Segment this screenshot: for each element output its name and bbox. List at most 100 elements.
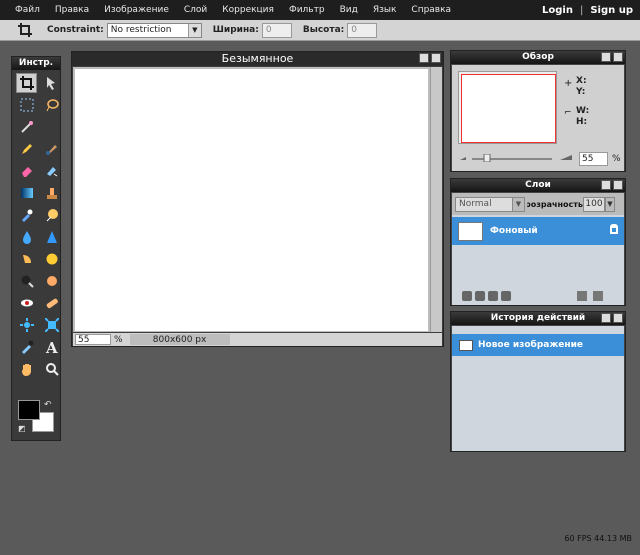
auth-links: Login | Sign up — [542, 0, 640, 20]
overview-panel: Обзор + X: Y: ⌐ W: H: 55 % — [450, 50, 626, 172]
move-tool-icon[interactable] — [41, 73, 62, 93]
pinch-icon[interactable] — [41, 315, 62, 335]
menu-bar: Файл Правка Изображение Слой Коррекция Ф… — [0, 0, 640, 20]
width-label: Ширина: — [212, 25, 259, 35]
bloat-icon[interactable] — [16, 315, 37, 335]
burn-icon[interactable] — [16, 271, 37, 291]
canvas-title: Безымянное — [72, 52, 443, 66]
canvas-window-buttons — [419, 53, 441, 63]
hand-tool-icon[interactable] — [16, 359, 37, 379]
spot-heal-icon[interactable] — [41, 293, 62, 313]
layer-row[interactable]: Фоновый — [452, 217, 624, 245]
brush-icon[interactable] — [41, 139, 62, 159]
constraint-select[interactable]: No restriction ▼ — [106, 22, 202, 38]
crop-icon — [14, 21, 36, 39]
layers-panel: Слои Normal ▼ Непрозрачность: 100 ▼ Фоно… — [450, 178, 626, 306]
maximize-icon[interactable] — [601, 52, 611, 62]
maximize-icon[interactable] — [419, 53, 429, 63]
drawing-canvas[interactable] — [75, 69, 428, 331]
layers-window-buttons — [601, 180, 623, 190]
overview-zoom-input[interactable]: 55 — [579, 152, 608, 166]
foreground-color-swatch[interactable] — [18, 400, 40, 420]
eyedropper-icon[interactable] — [16, 337, 37, 357]
menu-language[interactable]: Язык — [373, 5, 397, 15]
overview-body: + X: Y: ⌐ W: H: 55 % — [452, 65, 624, 171]
navigator-thumbnail[interactable] — [458, 71, 557, 144]
close-icon[interactable] — [431, 53, 441, 63]
layer-thumbnail — [458, 221, 483, 241]
menu-view[interactable]: Вид — [340, 5, 358, 15]
red-eye-icon[interactable] — [16, 293, 37, 313]
menu-edit[interactable]: Правка — [55, 5, 89, 15]
blob-icon[interactable] — [41, 249, 62, 269]
layer-styles-icon[interactable] — [475, 291, 485, 301]
maximize-icon[interactable] — [601, 180, 611, 190]
vertical-scrollbar[interactable] — [430, 67, 442, 332]
new-layer-icon[interactable] — [577, 291, 587, 301]
zoom-slider[interactable] — [460, 154, 575, 162]
sponge-icon[interactable] — [41, 205, 62, 225]
gradient-icon[interactable] — [16, 183, 37, 203]
history-item-label: Новое изображение — [478, 340, 584, 350]
color-replace-icon[interactable] — [41, 161, 62, 181]
options-bar: Constraint: No restriction ▼ Ширина: 0 В… — [0, 20, 640, 41]
menu-image[interactable]: Изображение — [104, 5, 169, 15]
blend-mode-select[interactable]: Normal ▼ — [455, 196, 525, 212]
width-input[interactable]: 0 — [261, 22, 292, 38]
maximize-icon[interactable] — [601, 313, 611, 323]
type-tool-icon[interactable]: A — [41, 337, 62, 357]
svg-text:A: A — [45, 340, 58, 354]
menu-adjustments[interactable]: Коррекция — [222, 5, 274, 15]
layer-mask-icon[interactable] — [488, 291, 498, 301]
crop-tool-icon[interactable] — [16, 73, 37, 93]
swap-colors-icon[interactable]: ↶ — [44, 400, 52, 410]
height-input[interactable]: 0 — [347, 22, 378, 38]
height-label: Высота: — [302, 25, 345, 35]
constraint-label: Constraint: — [47, 25, 104, 35]
canvas-size-label: 800x600 px — [129, 334, 230, 345]
eraser-icon[interactable] — [16, 161, 37, 181]
close-icon[interactable] — [613, 52, 623, 62]
tools-title: Инстр. — [12, 57, 60, 70]
dodge-icon[interactable] — [41, 271, 62, 291]
close-icon[interactable] — [613, 313, 623, 323]
link-layers-icon[interactable] — [462, 291, 472, 301]
default-colors-icon[interactable]: ◩ — [18, 424, 26, 433]
menu-filter[interactable]: Фильтр — [289, 5, 325, 15]
history-item[interactable]: Новое изображение — [452, 334, 624, 356]
login-link[interactable]: Login — [542, 5, 573, 16]
menu-help[interactable]: Справка — [411, 5, 451, 15]
menu-file[interactable]: Файл — [15, 5, 40, 15]
delete-layer-icon[interactable] — [593, 291, 603, 301]
layers-body: Normal ▼ Непрозрачность: 100 ▼ Фоновый — [452, 193, 624, 305]
opacity-input[interactable]: 100 — [583, 196, 605, 212]
drop-icon[interactable] — [16, 227, 37, 247]
layer-settings-icon[interactable] — [501, 291, 511, 301]
chevron-down-icon: ▼ — [187, 23, 201, 37]
stamp-icon[interactable] — [41, 183, 62, 203]
marquee-tool-icon[interactable] — [16, 95, 37, 115]
layer-name: Фоновый — [490, 226, 538, 236]
h-label: H: — [576, 117, 588, 127]
smudge-icon[interactable] — [16, 249, 37, 269]
lasso-tool-icon[interactable] — [41, 95, 62, 115]
close-icon[interactable] — [613, 180, 623, 190]
size-icon: ⌐ — [564, 108, 572, 118]
document-title: Безымянное — [221, 52, 294, 65]
chevron-down-icon[interactable]: ▼ — [605, 196, 615, 212]
canvas-zoom-input[interactable]: 55 — [75, 334, 111, 345]
overview-title: Обзор — [451, 51, 625, 64]
sharpen-icon[interactable] — [41, 227, 62, 247]
layer-footer-right — [577, 291, 603, 301]
zoom-tool-icon[interactable] — [41, 359, 62, 379]
color-picker-brush-icon[interactable] — [16, 205, 37, 225]
magic-wand-icon[interactable] — [16, 117, 37, 137]
layers-title-text: Слои — [525, 180, 551, 190]
fps-readout: 60 FPS 44.13 MB — [564, 534, 632, 543]
blend-mode-value: Normal — [459, 199, 492, 209]
auth-separator: | — [579, 4, 584, 16]
menu-layer[interactable]: Слой — [184, 5, 207, 15]
signup-link[interactable]: Sign up — [590, 5, 633, 16]
pencil-icon[interactable] — [16, 139, 37, 159]
viewport-rect[interactable] — [461, 74, 556, 143]
